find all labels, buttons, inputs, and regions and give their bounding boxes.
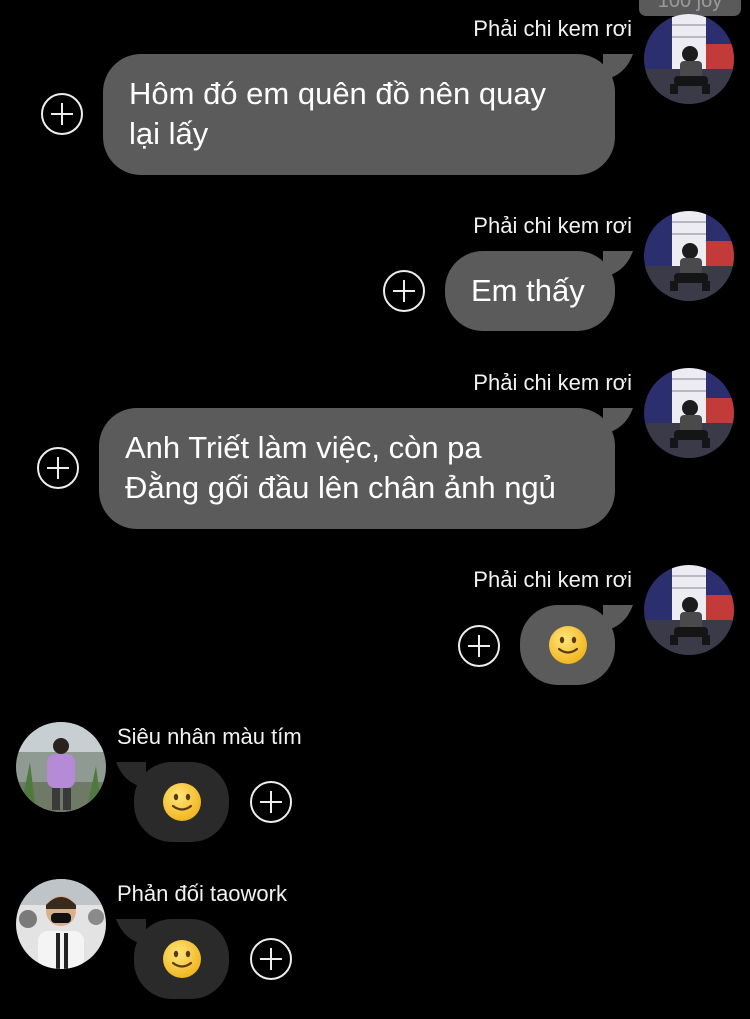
bubble-tail — [603, 605, 633, 631]
message-bubble[interactable] — [116, 919, 229, 999]
message-bubble[interactable] — [520, 605, 633, 685]
sender-name: Phải chi kem rơi — [473, 567, 632, 592]
avatar[interactable] — [644, 211, 734, 301]
bubble-tail — [603, 251, 633, 277]
message-text: Em thấy — [471, 273, 585, 308]
slightly-smiling-face-icon — [134, 762, 229, 842]
avatar[interactable] — [644, 368, 734, 458]
message-bubble[interactable]: Anh Triết làm việc, còn pa Đằng gối đầu … — [99, 408, 633, 529]
sender-name: Phải chi kem rơi — [473, 16, 632, 41]
add-reaction-icon[interactable] — [41, 93, 83, 135]
bubble-tail — [116, 919, 146, 945]
avatar[interactable] — [644, 565, 734, 655]
sender-name: Siêu nhân màu tím — [117, 724, 302, 749]
slightly-smiling-face-icon — [520, 605, 615, 685]
bubble-tail — [603, 408, 633, 434]
bubble-tail — [603, 54, 633, 80]
message-bubble[interactable]: Hôm đó em quên đồ nên quay lại lấy — [103, 54, 633, 175]
top-badge-text: 100 joy — [657, 0, 723, 12]
message-text: Anh Triết làm việc, còn pa Đằng gối đầu … — [125, 430, 556, 505]
avatar[interactable] — [644, 14, 734, 104]
avatar[interactable] — [16, 879, 106, 969]
message-bubble[interactable] — [116, 762, 229, 842]
slightly-smiling-face-icon — [134, 919, 229, 999]
add-reaction-icon[interactable] — [37, 447, 79, 489]
sender-name: Phản đối taowork — [117, 881, 287, 906]
sender-name: Phải chi kem rơi — [473, 213, 632, 238]
sender-name: Phải chi kem rơi — [473, 370, 632, 395]
add-reaction-icon[interactable] — [250, 938, 292, 980]
add-reaction-icon[interactable] — [458, 625, 500, 667]
add-reaction-icon[interactable] — [383, 270, 425, 312]
add-reaction-icon[interactable] — [250, 781, 292, 823]
avatar[interactable] — [16, 722, 106, 812]
message-text: Hôm đó em quên đồ nên quay lại lấy — [129, 76, 547, 151]
message-bubble[interactable]: Em thấy — [445, 251, 633, 331]
bubble-tail — [116, 762, 146, 788]
